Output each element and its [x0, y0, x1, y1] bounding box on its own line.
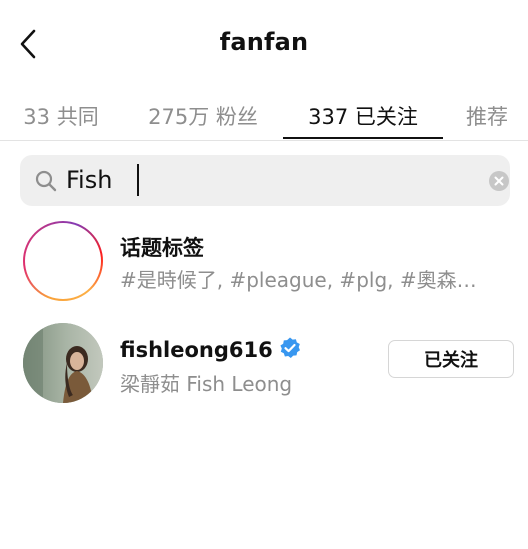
username: fishleong616	[120, 338, 273, 362]
verified-badge-icon	[280, 337, 300, 358]
text-caret	[137, 164, 139, 196]
search-input[interactable]	[66, 161, 466, 199]
hashtag-result-title: 话题标签	[120, 236, 204, 260]
tab-following[interactable]: 337 已关注	[285, 94, 441, 138]
clear-icon	[494, 176, 504, 186]
header: fanfan	[0, 0, 528, 88]
avatar	[23, 323, 103, 403]
search-bar[interactable]	[20, 155, 510, 206]
active-tab-indicator	[283, 137, 443, 139]
hashtag-icon	[44, 241, 82, 281]
user-result-username-row: fishleong616	[120, 336, 302, 362]
tab-mutual[interactable]: 33 共同	[10, 94, 112, 138]
following-button[interactable]: 已关注	[388, 340, 514, 378]
hashtag-result-subtitle: #是時候了, #pleague, #plg, #奧森運動公園	[120, 268, 490, 292]
search-icon	[35, 170, 57, 192]
tab-bar: 33 共同 275万 粉丝 337 已关注 推荐	[0, 88, 528, 141]
user-full-name: 梁靜茹 Fish Leong	[120, 372, 293, 396]
search-result-user[interactable]: fishleong616 梁靜茹 Fish Leong 已关注	[0, 314, 528, 410]
tab-suggested[interactable]: 推荐	[455, 94, 519, 138]
search-result-hashtag[interactable]: 话题标签 #是時候了, #pleague, #plg, #奧森運動公園	[0, 214, 528, 310]
tab-followers[interactable]: 275万 粉丝	[132, 94, 274, 138]
page-title: fanfan	[219, 28, 309, 56]
clear-search-button[interactable]	[489, 171, 509, 191]
hashtag-avatar	[23, 221, 103, 301]
